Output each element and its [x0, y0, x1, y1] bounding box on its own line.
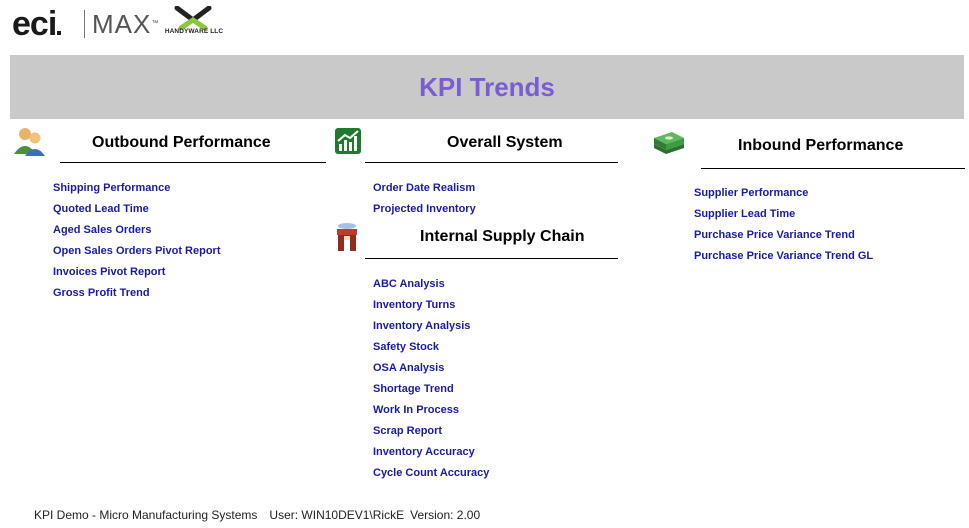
- footer-user: User: WIN10DEV1\RickE: [269, 508, 405, 522]
- link-projected-inventory[interactable]: Projected Inventory: [373, 202, 476, 216]
- inbound-links: Supplier Performance Supplier Lead Time …: [694, 186, 873, 270]
- link-supplier-lead-time[interactable]: Supplier Lead Time: [694, 207, 873, 221]
- internal-links: ABC Analysis Inventory Turns Inventory A…: [373, 277, 489, 487]
- link-supplier-performance[interactable]: Supplier Performance: [694, 186, 873, 200]
- outbound-performance-title: Outbound Performance: [92, 134, 271, 151]
- link-shortage-trend[interactable]: Shortage Trend: [373, 382, 489, 396]
- link-inventory-turns[interactable]: Inventory Turns: [373, 298, 489, 312]
- link-order-date-realism[interactable]: Order Date Realism: [373, 181, 476, 195]
- inbound-divider: [701, 168, 965, 169]
- link-osa-analysis[interactable]: OSA Analysis: [373, 361, 489, 375]
- handyware-logo-text: HANDYWARE LLC: [164, 28, 224, 35]
- eci-logo: eci: [12, 4, 62, 44]
- link-inventory-analysis[interactable]: Inventory Analysis: [373, 319, 489, 333]
- link-abc-analysis[interactable]: ABC Analysis: [373, 277, 489, 291]
- inbound-performance-title: Inbound Performance: [738, 137, 904, 154]
- overall-system-title: Overall System: [447, 134, 563, 151]
- internal-supply-chain-title: Internal Supply Chain: [420, 228, 585, 245]
- link-scrap-report[interactable]: Scrap Report: [373, 424, 489, 438]
- warehouse-worker-icon: [333, 222, 361, 252]
- link-inventory-accuracy[interactable]: Inventory Accuracy: [373, 445, 489, 459]
- outbound-divider: [60, 162, 326, 163]
- max-logo: MAX™: [92, 9, 160, 39]
- money-stack-icon: [652, 130, 686, 154]
- overall-divider: [365, 162, 618, 163]
- footer-company: KPI Demo - Micro Manufacturing Systems: [34, 508, 258, 522]
- logo-divider: [84, 10, 85, 38]
- footer-version: Version: 2.00: [410, 508, 481, 522]
- link-open-sales-orders-pivot[interactable]: Open Sales Orders Pivot Report: [53, 244, 221, 258]
- overall-links: Order Date Realism Projected Inventory: [373, 181, 476, 223]
- link-ppv-trend[interactable]: Purchase Price Variance Trend: [694, 228, 873, 242]
- outbound-links: Shipping Performance Quoted Lead Time Ag…: [53, 181, 221, 307]
- link-aged-sales-orders[interactable]: Aged Sales Orders: [53, 223, 221, 237]
- link-gross-profit-trend[interactable]: Gross Profit Trend: [53, 286, 221, 300]
- internal-divider: [365, 258, 618, 259]
- handyware-logo: [163, 5, 223, 42]
- page-banner: KPI Trends: [10, 55, 964, 119]
- link-work-in-process[interactable]: Work In Process: [373, 403, 489, 417]
- people-icon: [12, 126, 46, 156]
- status-footer: KPI Demo - Micro Manufacturing Systems Us…: [34, 508, 486, 522]
- link-ppv-trend-gl[interactable]: Purchase Price Variance Trend GL: [694, 249, 873, 263]
- page-title: KPI Trends: [419, 71, 555, 102]
- link-safety-stock[interactable]: Safety Stock: [373, 340, 489, 354]
- link-quoted-lead-time[interactable]: Quoted Lead Time: [53, 202, 221, 216]
- link-invoices-pivot[interactable]: Invoices Pivot Report: [53, 265, 221, 279]
- link-shipping-performance[interactable]: Shipping Performance: [53, 181, 221, 195]
- link-cycle-count-accuracy[interactable]: Cycle Count Accuracy: [373, 466, 489, 480]
- growth-chart-icon: [334, 127, 362, 155]
